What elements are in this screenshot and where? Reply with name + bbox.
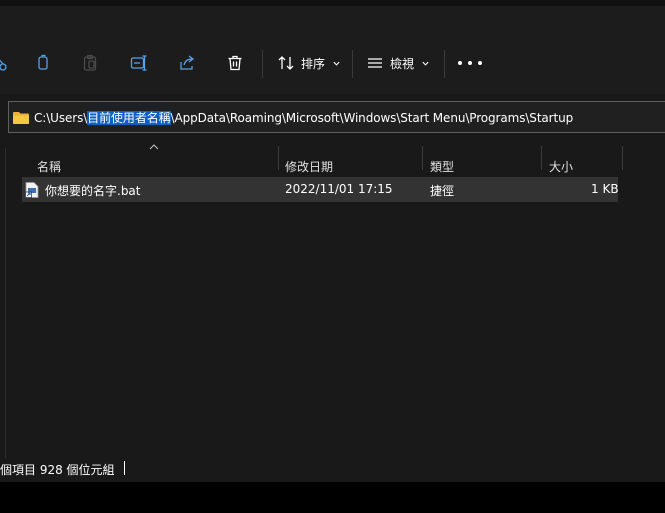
column-divider[interactable] xyxy=(278,146,279,170)
column-divider[interactable] xyxy=(541,146,542,170)
command-bar: 排序 檢視 xyxy=(0,6,665,94)
file-type: 捷徑 xyxy=(430,184,455,198)
address-path-prefix: C:\Users\ xyxy=(34,110,88,125)
more-dot-icon xyxy=(468,61,472,65)
address-path[interactable]: C:\Users\目前使用者名稱\AppData\Roaming\Microso… xyxy=(34,109,573,126)
batch-file-icon xyxy=(25,182,39,198)
list-view-icon xyxy=(368,58,382,68)
address-path-selection: 目前使用者名稱 xyxy=(87,110,171,125)
view-button[interactable]: 檢視 xyxy=(366,52,430,74)
paste-icon xyxy=(83,54,97,71)
address-path-suffix: \AppData\Roaming\Microsoft\Windows\Start… xyxy=(170,110,574,125)
copy-button[interactable] xyxy=(30,52,56,74)
column-header-modified[interactable]: 修改日期 xyxy=(285,158,333,175)
more-dot-icon xyxy=(478,61,482,65)
delete-button[interactable] xyxy=(222,52,248,74)
share-button[interactable] xyxy=(174,52,200,74)
sort-label: 排序 xyxy=(301,56,326,71)
folder-icon xyxy=(13,111,29,124)
column-header-size[interactable]: 大小 xyxy=(549,158,573,175)
sort-icon xyxy=(278,56,294,70)
navigation-pane-divider xyxy=(5,148,6,458)
file-name: 你想要的名字.bat xyxy=(45,184,141,198)
status-divider xyxy=(124,461,125,475)
status-text: 個項目 928 個位元組 xyxy=(0,463,115,477)
column-header-type[interactable]: 類型 xyxy=(430,158,454,175)
chevron-down-icon xyxy=(333,61,340,66)
more-options-button[interactable] xyxy=(458,56,482,70)
paste-button[interactable] xyxy=(77,52,103,74)
toolbar-separator xyxy=(262,50,263,78)
column-divider[interactable] xyxy=(422,146,423,170)
more-dot-icon xyxy=(458,61,462,65)
sort-ascending-icon xyxy=(149,144,159,150)
column-divider[interactable] xyxy=(622,146,623,170)
file-size: 1 KB xyxy=(591,182,619,196)
copy-icon xyxy=(38,54,48,70)
taskbar-edge xyxy=(0,482,665,513)
toolbar-separator xyxy=(352,50,353,78)
sort-button[interactable]: 排序 xyxy=(277,52,341,74)
file-modified: 2022/11/01 17:15 xyxy=(285,182,393,196)
toolbar-separator xyxy=(444,50,445,78)
view-label: 檢視 xyxy=(390,56,415,71)
chevron-down-icon xyxy=(422,61,429,66)
address-bar[interactable]: C:\Users\目前使用者名稱\AppData\Roaming\Microso… xyxy=(8,101,665,133)
share-icon xyxy=(180,55,195,70)
column-header-name[interactable]: 名稱 xyxy=(37,158,61,175)
trash-icon xyxy=(228,55,242,71)
cut-icon[interactable] xyxy=(0,52,12,74)
rename-icon xyxy=(130,55,147,71)
rename-button[interactable] xyxy=(126,52,152,74)
